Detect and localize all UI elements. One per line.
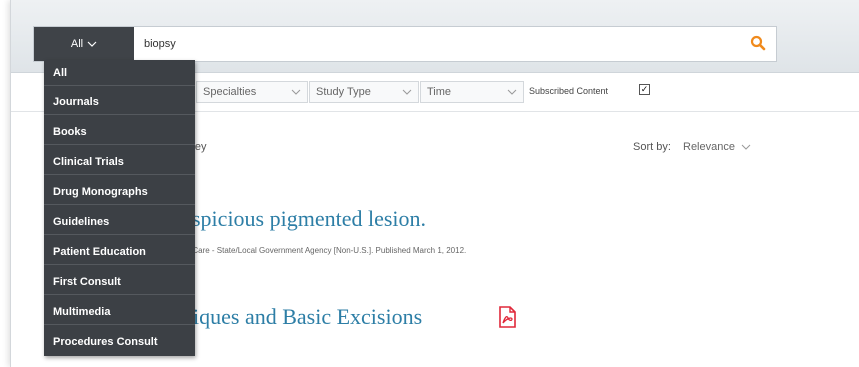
- filter-study-type[interactable]: Study Type: [309, 81, 419, 103]
- scope-menu-item-multimedia[interactable]: Multimedia: [44, 299, 195, 325]
- chevron-down-icon: [741, 144, 751, 150]
- scope-menu-item-procedures-consult[interactable]: Procedures Consult: [44, 329, 195, 355]
- chevron-down-icon: [507, 87, 517, 98]
- result-title-1[interactable]: uspicious pigmented lesion.: [181, 206, 426, 232]
- scope-menu-item-clinical-trials[interactable]: Clinical Trials: [44, 149, 195, 175]
- filter-time-label: Time: [427, 86, 452, 98]
- scope-menu-item-label: First Consult: [53, 275, 121, 288]
- filter-specialties[interactable]: Specialties: [196, 81, 308, 103]
- filter-time[interactable]: Time: [420, 81, 524, 103]
- scope-menu-item-label: Procedures Consult: [53, 336, 158, 348]
- scope-menu-item-guidelines[interactable]: Guidelines: [44, 209, 195, 235]
- scope-menu-item-books[interactable]: Books: [44, 119, 195, 145]
- scope-menu-item-first-consult[interactable]: First Consult: [44, 269, 195, 295]
- scope-menu-item-label: Drug Monographs: [53, 185, 148, 198]
- scope-menu-item-journals[interactable]: Journals: [44, 89, 195, 115]
- search-box: All: [33, 26, 777, 62]
- scope-menu-item-label: Journals: [53, 95, 99, 108]
- search-scope-menu: All Journals Books Clinical Trials Drug …: [44, 60, 195, 356]
- scope-menu-item-label: Patient Education: [53, 245, 146, 258]
- scope-menu-item-label: Clinical Trials: [53, 155, 124, 168]
- scope-menu-item-all[interactable]: All: [44, 60, 195, 86]
- search-scope-label: All: [70, 38, 84, 50]
- result-title-2[interactable]: iques and Basic Excisions: [193, 304, 422, 330]
- filter-specialties-label: Specialties: [203, 86, 257, 98]
- scope-menu-item-drug-monographs[interactable]: Drug Monographs: [44, 179, 195, 205]
- scope-menu-item-patient-education[interactable]: Patient Education: [44, 239, 195, 265]
- sort-value: Relevance: [683, 141, 735, 153]
- scope-menu-item-label: Multimedia: [53, 305, 111, 318]
- scope-menu-item-label: All: [53, 66, 68, 79]
- subscribed-content-checkbox[interactable]: ✓: [639, 84, 650, 95]
- scope-menu-item-label: Guidelines: [53, 215, 110, 228]
- search-scope-button[interactable]: All: [34, 27, 134, 61]
- subscribed-content-label: Subscribed Content: [529, 86, 609, 96]
- search-icon[interactable]: [750, 35, 766, 56]
- chevron-down-icon: [291, 87, 301, 98]
- chevron-down-icon: [87, 39, 97, 49]
- pdf-icon[interactable]: [497, 306, 517, 333]
- page-frame: All Specialties Study Type: [10, 0, 859, 367]
- scope-menu-item-label: Books: [53, 125, 87, 138]
- search-input[interactable]: [144, 34, 724, 54]
- sort-label: Sort by:: [633, 141, 671, 153]
- sort-select[interactable]: Relevance: [683, 141, 751, 153]
- chevron-down-icon: [402, 87, 412, 98]
- result-meta-1: er Care - State/Local Government Agency …: [183, 246, 467, 255]
- filter-study-type-label: Study Type: [316, 86, 371, 98]
